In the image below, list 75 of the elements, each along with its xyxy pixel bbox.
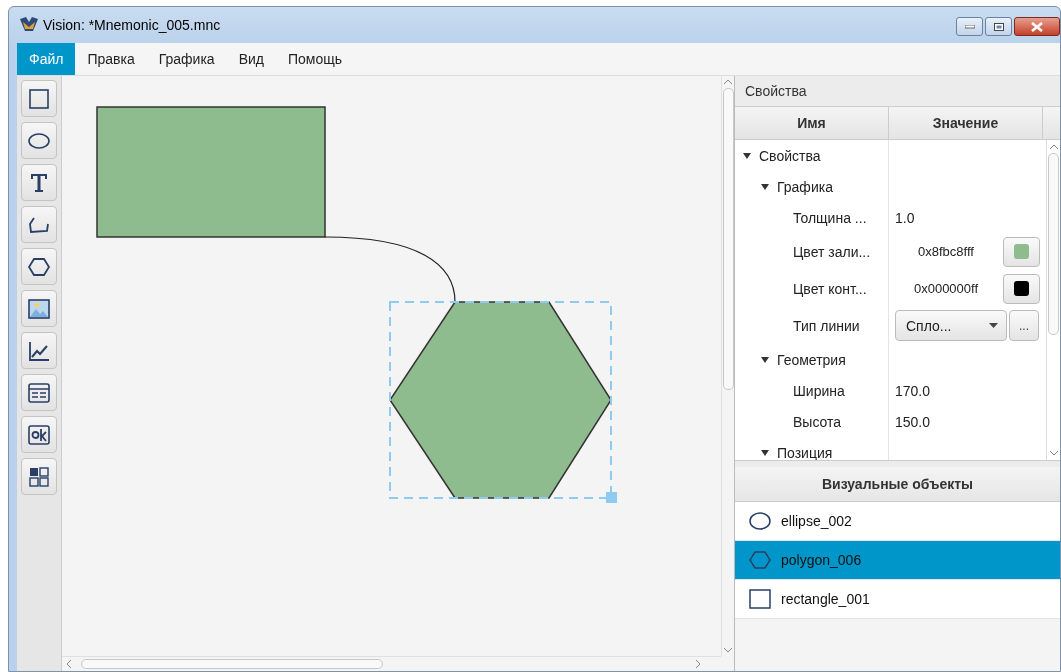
rectangle-tool-button[interactable] [21, 80, 57, 117]
ok-button-icon [28, 424, 50, 445]
ellipse-icon [749, 512, 771, 530]
chart-tool-button[interactable] [21, 332, 57, 369]
app-logo-icon [19, 16, 39, 34]
property-name: Высота [793, 413, 842, 430]
tree-node-label[interactable]: Графика [777, 178, 833, 195]
object-list-item[interactable]: ellipse_002 [735, 502, 1060, 541]
close-button[interactable] [1014, 17, 1060, 36]
object-list-item[interactable]: polygon_006 [735, 541, 1060, 580]
property-name: Ширина [793, 382, 845, 399]
line-chart-icon [28, 340, 50, 361]
property-name: Цвет зали... [793, 243, 871, 260]
menu-item[interactable]: Помощь [276, 43, 355, 75]
polyline-icon [28, 215, 50, 234]
image-icon [28, 298, 50, 319]
polygon-tool-button[interactable] [21, 248, 57, 285]
property-value: 1.0 [895, 209, 915, 226]
tree-node-label[interactable]: Свойства [759, 147, 821, 164]
image-tool-button[interactable] [21, 290, 57, 327]
line-type-dropdown[interactable]: Спло... [895, 310, 1007, 341]
property-value: 170.0 [895, 382, 931, 399]
color-picker-button[interactable] [1003, 236, 1040, 267]
minimize-icon [964, 24, 975, 29]
connector-line[interactable] [324, 236, 456, 303]
horizontal-scrollbar[interactable] [62, 656, 721, 671]
scroll-right-icon [696, 660, 701, 668]
close-icon [1031, 21, 1043, 32]
rectangle-shape[interactable] [96, 106, 326, 238]
dropdown-caret-icon [989, 323, 998, 328]
menu-item[interactable]: Графика [146, 43, 227, 75]
polyline-tool-button[interactable] [21, 206, 57, 243]
column-header[interactable]: Значение [889, 107, 1043, 139]
property-name: Цвет конт... [793, 280, 867, 297]
expanded-arrow-icon[interactable] [761, 182, 769, 191]
scroll-down-icon [724, 648, 732, 653]
expanded-arrow-icon[interactable] [761, 355, 769, 364]
ellipse-tool-button[interactable] [21, 122, 57, 159]
table-icon [28, 382, 50, 403]
more-button[interactable]: ... [1009, 310, 1039, 341]
group-tool-button[interactable] [21, 458, 57, 495]
rectangle-icon [29, 88, 49, 109]
text-tool-button[interactable] [21, 164, 57, 201]
property-name: Толщина ... [793, 209, 867, 226]
grid-icon [29, 466, 49, 487]
column-header[interactable]: Имя [735, 107, 889, 139]
tree-node-label[interactable]: Геометрия [777, 351, 846, 368]
expanded-arrow-icon[interactable] [743, 151, 751, 160]
object-list-item[interactable]: rectangle_001 [735, 580, 1060, 619]
table-tool-button[interactable] [21, 374, 57, 411]
hexagon-icon [28, 257, 50, 276]
rectangle-icon [749, 589, 771, 609]
scroll-up-icon [1049, 144, 1058, 149]
scroll-down-icon [1049, 451, 1058, 456]
property-value: 150.0 [895, 413, 931, 430]
expanded-arrow-icon[interactable] [761, 448, 769, 457]
panel-title: Свойства [745, 83, 807, 99]
color-value: 0x8fbc8fff [917, 244, 975, 259]
ellipse-icon [28, 132, 50, 149]
menu-item[interactable]: Вид [226, 43, 276, 75]
maximize-icon [993, 22, 1004, 31]
maximize-button[interactable] [985, 17, 1012, 36]
list-header: Визуальные объекты [821, 476, 974, 492]
scroll-left-icon [66, 660, 71, 668]
color-picker-button[interactable] [1003, 273, 1040, 304]
button-tool-button[interactable] [21, 416, 57, 453]
text-tool-icon [30, 172, 48, 193]
hexagon-icon [749, 551, 771, 569]
menu-item[interactable]: Правка [75, 43, 147, 75]
tree-node-label[interactable]: Позиция [777, 444, 833, 460]
vertical-scrollbar[interactable] [1046, 140, 1060, 460]
color-value: 0x000000ff [912, 281, 980, 296]
window-title: Vision: *Mnemonic_005.mnc [43, 17, 221, 33]
scroll-up-icon [724, 79, 732, 84]
property-name: Тип линии [793, 317, 860, 334]
